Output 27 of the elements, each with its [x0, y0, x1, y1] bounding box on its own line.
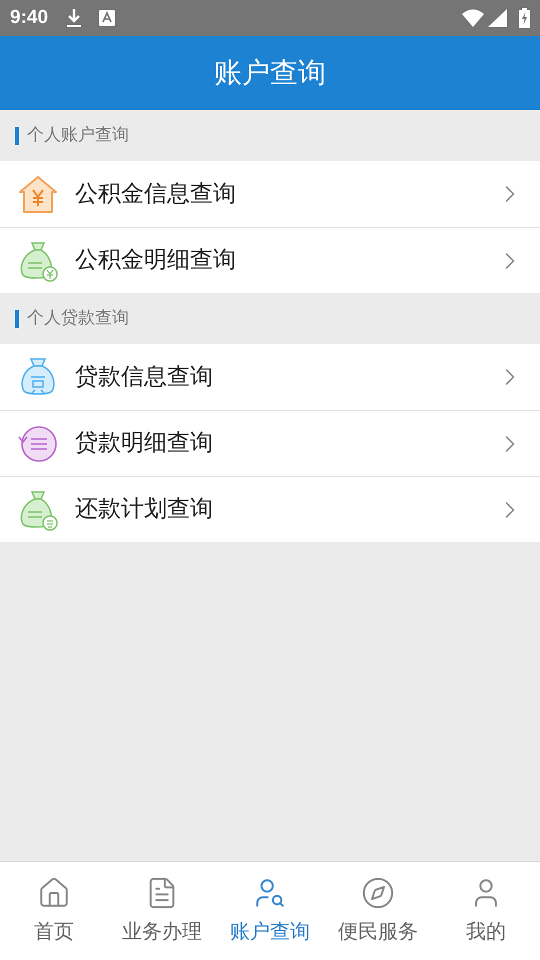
- menu-item-label: 公积金信息查询: [75, 180, 237, 209]
- menu-item[interactable]: 贷款明细查询: [0, 410, 540, 476]
- tab[interactable]: 首页: [0, 862, 108, 960]
- tab[interactable]: 业务办理: [108, 862, 216, 960]
- menu-item-label: 还款计划查询: [75, 495, 214, 524]
- section-title: 个人贷款查询: [27, 306, 129, 330]
- menu-item-label: 公积金明细查询: [75, 246, 237, 276]
- status-time: 9:40: [10, 6, 48, 30]
- menu-item[interactable]: 还款计划查询: [0, 476, 540, 542]
- page-title: 账户查询: [214, 55, 326, 91]
- signal-icon: [488, 9, 507, 27]
- section-marker: [15, 310, 19, 328]
- battery-icon: [519, 8, 530, 28]
- wifi-icon: [462, 9, 484, 27]
- menu-item[interactable]: 贷款信息查询: [0, 344, 540, 410]
- menu-item-label: 贷款明细查询: [75, 429, 214, 458]
- menu-item[interactable]: 公积金信息查询: [0, 161, 540, 227]
- compass-icon: [361, 876, 395, 910]
- tab[interactable]: 我的: [432, 862, 540, 960]
- tab[interactable]: 账户查询: [216, 862, 324, 960]
- menu-item-label: 贷款信息查询: [75, 362, 214, 392]
- section-marker: [15, 126, 19, 144]
- menu-item[interactable]: 公积金明细查询: [0, 227, 540, 293]
- font-icon: [99, 10, 116, 26]
- download-icon: [66, 8, 82, 28]
- tab[interactable]: 便民服务: [324, 862, 432, 960]
- section-title: 个人账户查询: [27, 124, 129, 147]
